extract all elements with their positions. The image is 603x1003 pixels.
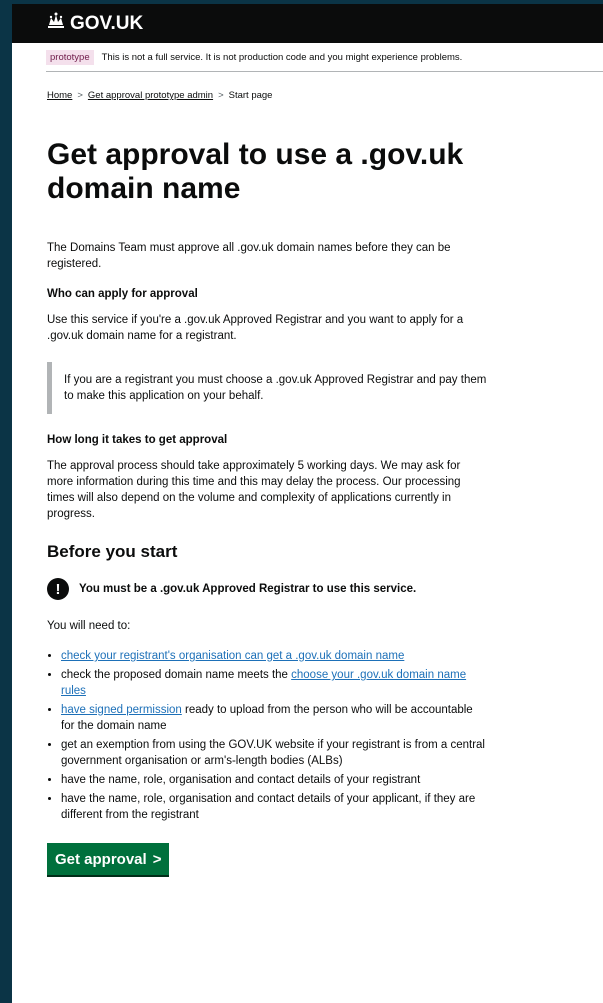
breadcrumb: Home > Get approval prototype admin > St…: [47, 90, 603, 101]
phase-text: This is not a full service. It is not pr…: [101, 51, 463, 63]
main-content: Get approval to use a .gov.uk domain nam…: [47, 138, 487, 875]
list-item: have the name, role, organisation and co…: [61, 772, 487, 788]
who-heading: Who can apply for approval: [47, 288, 198, 300]
page: GOV.UK prototype This is not a full serv…: [12, 0, 603, 1003]
warning-text: ! You must be a .gov.uk Approved Registr…: [47, 578, 487, 600]
list-item-text: check the proposed domain name meets the: [61, 669, 292, 681]
inset-paragraph: If you are a registrant you must choose …: [64, 374, 487, 402]
intro-text: The Domains Team must approve all .gov.u…: [47, 242, 451, 270]
breadcrumb-home-link[interactable]: Home: [47, 90, 72, 101]
chevron-right-icon: >: [218, 90, 224, 101]
chevron-right-icon: >: [77, 90, 83, 101]
phase-banner: prototype This is not a full service. It…: [46, 43, 603, 72]
warning-icon: !: [47, 578, 69, 600]
list-item-text: have the name, role, organisation and co…: [61, 793, 476, 821]
warning-message: You must be a .gov.uk Approved Registrar…: [79, 583, 417, 595]
list-item: check the proposed domain name meets the…: [61, 667, 487, 699]
requirements-list: check your registrant's organisation can…: [47, 648, 487, 823]
list-item-text: get an exemption from using the GOV.UK w…: [61, 739, 485, 767]
need-text: You will need to:: [47, 620, 131, 632]
list-item: check your registrant's organisation can…: [61, 648, 487, 664]
breadcrumb-current: Start page: [228, 90, 273, 101]
chevron-right-icon: >: [152, 850, 162, 868]
check-organisation-link[interactable]: check your registrant's organisation can…: [61, 650, 404, 662]
get-approval-label: Get approval: [55, 850, 147, 868]
how-long-text: The approval process should take approxi…: [47, 460, 461, 520]
header: GOV.UK: [12, 0, 603, 43]
signed-permission-link[interactable]: have signed permission: [61, 704, 182, 716]
phase-tag: prototype: [46, 49, 94, 65]
who-text: Use this service if you're a .gov.uk App…: [47, 314, 464, 342]
page-title: Get approval to use a .gov.uk domain nam…: [47, 138, 464, 205]
how-long-heading: How long it takes to get approval: [47, 434, 228, 446]
list-item: get an exemption from using the GOV.UK w…: [61, 737, 487, 769]
logo-text: GOV.UK: [70, 12, 144, 34]
inset-text: If you are a registrant you must choose …: [47, 362, 487, 414]
before-you-start-heading: Before you start: [47, 542, 178, 561]
breadcrumb-admin-link[interactable]: Get approval prototype admin: [88, 90, 213, 101]
get-approval-button[interactable]: Get approval >: [47, 843, 170, 875]
list-item: have the name, role, organisation and co…: [61, 791, 487, 823]
crown-icon: [46, 12, 66, 36]
list-item-text: have the name, role, organisation and co…: [61, 774, 421, 786]
list-item: have signed permission ready to upload f…: [61, 702, 487, 734]
govuk-logo-link[interactable]: GOV.UK: [46, 12, 143, 36]
